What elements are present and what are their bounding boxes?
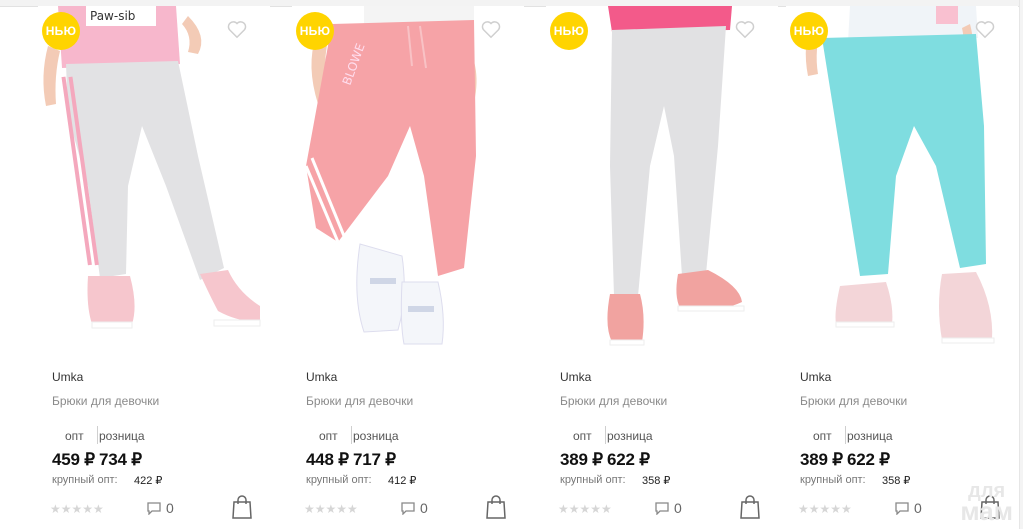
product-brand[interactable]: Umka bbox=[306, 370, 337, 384]
comment-icon bbox=[655, 502, 669, 515]
product-card[interactable]: НЬЮ Umka Брюки для девочки опт розница 3… bbox=[546, 6, 778, 529]
heart-icon[interactable] bbox=[974, 18, 996, 40]
comment-count: 0 bbox=[420, 500, 428, 516]
heart-icon[interactable] bbox=[226, 18, 248, 40]
price-divider bbox=[351, 426, 352, 444]
bulk-label: крупный опт: bbox=[306, 474, 372, 486]
new-badge: НЬЮ bbox=[550, 12, 588, 50]
retail-price: 622 ₽ bbox=[607, 450, 650, 469]
price-divider bbox=[605, 426, 606, 444]
bulk-label: крупный опт: bbox=[52, 474, 118, 486]
shopping-bag-icon[interactable] bbox=[738, 494, 762, 520]
product-photo[interactable]: Paw-sib bbox=[38, 6, 270, 351]
bulk-label: крупный опт: bbox=[800, 474, 866, 486]
rating-stars[interactable]: ★★★★★ bbox=[558, 502, 612, 516]
retail-label: розница bbox=[99, 429, 145, 443]
opt-label: опт bbox=[319, 429, 338, 443]
comments-link[interactable]: 0 bbox=[400, 500, 428, 516]
bulk-price: 422 ₽ bbox=[134, 475, 163, 487]
product-title[interactable]: Брюки для девочки bbox=[306, 394, 413, 408]
shopping-bag-icon[interactable] bbox=[230, 494, 254, 520]
scrollbar[interactable] bbox=[1019, 0, 1023, 529]
product-title[interactable]: Брюки для девочки bbox=[800, 394, 907, 408]
comment-count: 0 bbox=[914, 500, 922, 516]
product-title[interactable]: Брюки для девочки bbox=[560, 394, 667, 408]
opt-price: 389 ₽ bbox=[800, 450, 843, 469]
opt-price: 389 ₽ bbox=[560, 450, 603, 469]
bulk-price: 358 ₽ bbox=[882, 475, 911, 487]
site-watermark: для мам bbox=[960, 481, 1013, 526]
pants bbox=[610, 26, 726, 296]
retail-price: 734 ₽ bbox=[99, 450, 142, 469]
price-divider bbox=[97, 426, 98, 444]
product-card[interactable]: НЬЮ Umka Брюки для девочки опт розница 3… bbox=[786, 6, 1018, 529]
retail-label: розница bbox=[607, 429, 653, 443]
pants bbox=[822, 34, 986, 276]
pants bbox=[306, 20, 476, 276]
opt-label: опт bbox=[573, 429, 592, 443]
product-photo[interactable] bbox=[786, 6, 1018, 351]
opt-label: опт bbox=[813, 429, 832, 443]
comment-icon bbox=[147, 502, 161, 515]
new-badge: НЬЮ bbox=[790, 12, 828, 50]
rating-stars[interactable]: ★★★★★ bbox=[50, 502, 104, 516]
retail-price: 717 ₽ bbox=[353, 450, 396, 469]
retail-price: 622 ₽ bbox=[847, 450, 890, 469]
product-brand[interactable]: Umka bbox=[560, 370, 591, 384]
new-badge: НЬЮ bbox=[296, 12, 334, 50]
comments-link[interactable]: 0 bbox=[894, 500, 922, 516]
heart-icon[interactable] bbox=[734, 18, 756, 40]
rating-stars[interactable]: ★★★★★ bbox=[304, 502, 358, 516]
comment-icon bbox=[895, 502, 909, 515]
comment-count: 0 bbox=[674, 500, 682, 516]
opt-label: опт bbox=[65, 429, 84, 443]
product-photo[interactable] bbox=[546, 6, 778, 351]
product-card[interactable]: BLOWE НЬЮ Umka Брюки для девочки опт роз… bbox=[292, 6, 524, 529]
opt-price: 448 ₽ bbox=[306, 450, 349, 469]
product-brand[interactable]: Umka bbox=[52, 370, 83, 384]
pants bbox=[66, 61, 224, 280]
comments-link[interactable]: 0 bbox=[146, 500, 174, 516]
price-divider bbox=[845, 426, 846, 444]
retail-label: розница bbox=[847, 429, 893, 443]
opt-price: 459 ₽ bbox=[52, 450, 95, 469]
product-brand[interactable]: Umka bbox=[800, 370, 831, 384]
comment-icon bbox=[401, 502, 415, 515]
product-title[interactable]: Брюки для девочки bbox=[52, 394, 159, 408]
bulk-price: 412 ₽ bbox=[388, 475, 417, 487]
product-card[interactable]: Paw-sib НЬЮ Umka Брюки для девочки опт р… bbox=[38, 6, 270, 529]
new-badge: НЬЮ bbox=[42, 12, 80, 50]
shirt-print: Paw-sib bbox=[90, 9, 135, 23]
retail-label: розница bbox=[353, 429, 399, 443]
watermark-line2: мам bbox=[960, 495, 1013, 526]
heart-icon[interactable] bbox=[480, 18, 502, 40]
bulk-price: 358 ₽ bbox=[642, 475, 671, 487]
comments-link[interactable]: 0 bbox=[654, 500, 682, 516]
bulk-label: крупный опт: bbox=[560, 474, 626, 486]
comment-count: 0 bbox=[166, 500, 174, 516]
shopping-bag-icon[interactable] bbox=[484, 494, 508, 520]
product-photo[interactable]: BLOWE bbox=[292, 6, 524, 351]
rating-stars[interactable]: ★★★★★ bbox=[798, 502, 852, 516]
